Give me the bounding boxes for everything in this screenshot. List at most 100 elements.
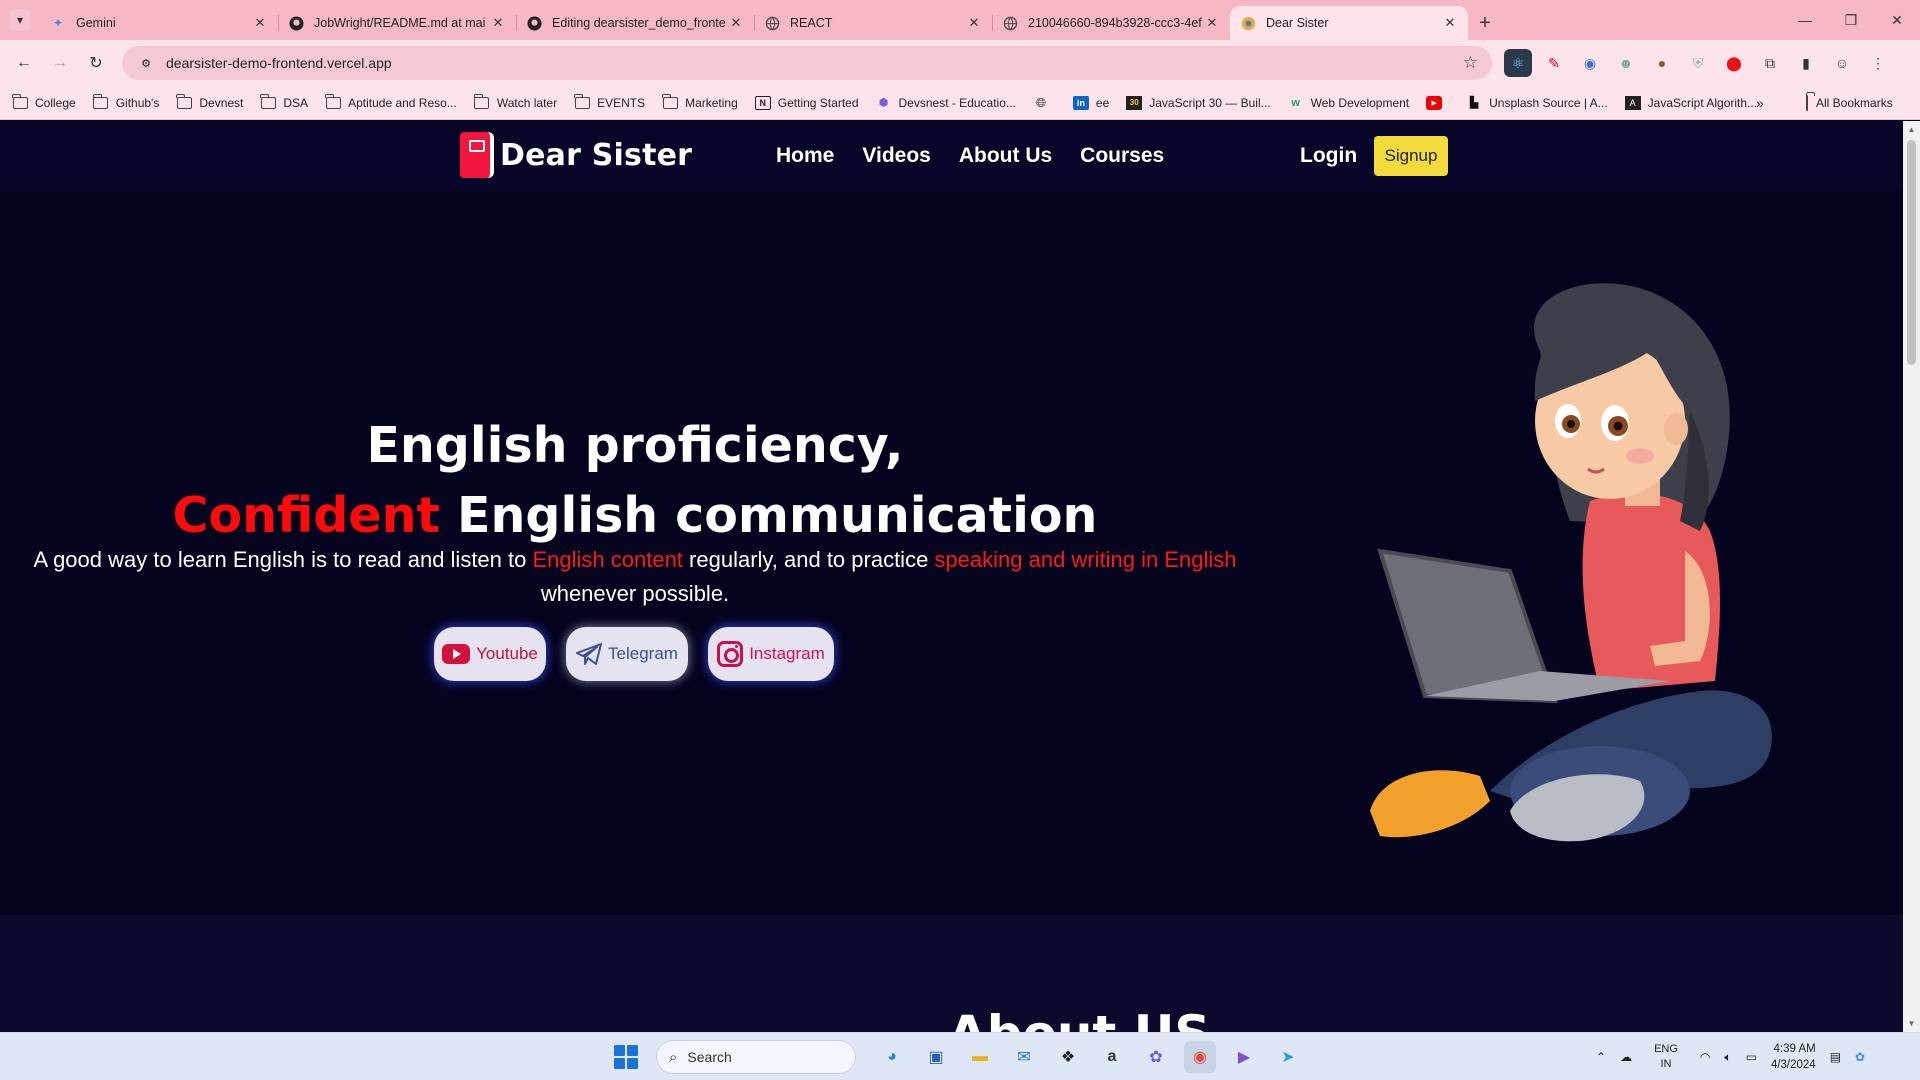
scroll-up-icon[interactable]: ▲	[1903, 121, 1920, 138]
close-icon[interactable]: ✕	[728, 15, 744, 31]
taskbar-search[interactable]: ⌕ Search	[656, 1040, 856, 1074]
onedrive-icon[interactable]: ☁	[1620, 1050, 1632, 1064]
bookmark-label: JavaScript 30 — Buil...	[1149, 95, 1271, 110]
chevron-up-icon[interactable]: ⌃	[1596, 1050, 1606, 1064]
bookmark-link[interactable]: A JavaScript Algorith...	[1624, 95, 1757, 110]
battery-icon[interactable]: ▭	[1746, 1050, 1757, 1064]
bookmark-folder[interactable]: Watch later	[473, 93, 557, 110]
nav-about-us[interactable]: About Us	[959, 144, 1052, 168]
notification-icon[interactable]: ▤	[1830, 1050, 1841, 1064]
close-icon[interactable]: ✕	[252, 15, 268, 31]
tab-react[interactable]: REACT ✕	[754, 6, 992, 40]
hero-heading-rest: English communication	[439, 487, 1098, 544]
unsplash-icon: ▙	[1469, 97, 1479, 109]
bookmark-folder[interactable]: DSA	[260, 93, 308, 110]
clock[interactable]: 4:39 AM 4/3/2024	[1771, 1041, 1816, 1073]
scroll-thumb[interactable]	[1907, 140, 1916, 365]
all-bookmarks-button[interactable]: All Bookmarks	[1806, 94, 1893, 111]
language-indicator[interactable]: ENG IN	[1654, 1042, 1678, 1072]
bookmark-label: Github's	[115, 95, 160, 110]
bookmark-link[interactable]: ⬢ Devsnest - Educatio...	[876, 96, 1016, 110]
nav-videos[interactable]: Videos	[862, 144, 930, 168]
windows-start-icon[interactable]	[614, 1045, 638, 1069]
hero-highlight: English content	[532, 547, 683, 572]
instagram-button[interactable]: Instagram	[708, 627, 834, 681]
page-scrollbar[interactable]: ▲ ▼	[1903, 121, 1920, 1032]
address-bar[interactable]: ⚙ dearsister-demo-frontend.vercel.app ☆	[122, 46, 1492, 80]
bookmark-link[interactable]: ▶	[1426, 95, 1449, 110]
copilot-tray-icon[interactable]: ✿	[1855, 1050, 1865, 1064]
extension-icon[interactable]: ◉	[1576, 49, 1604, 77]
scroll-down-icon[interactable]: ▼	[1903, 1015, 1920, 1032]
bookmark-folder[interactable]: Marketing	[662, 93, 738, 110]
bookmark-link[interactable]: in ee	[1072, 95, 1109, 110]
mail-icon[interactable]: ✉	[1008, 1041, 1040, 1073]
reload-icon[interactable]: ↻	[78, 45, 114, 81]
bookmark-star-icon[interactable]: ☆	[1463, 53, 1478, 73]
shield-icon[interactable]: ⛨	[1684, 49, 1712, 77]
bookmark-link[interactable]: w Web Development	[1288, 96, 1409, 110]
restore-icon[interactable]: ❐	[1828, 0, 1874, 40]
forward-icon[interactable]: →	[42, 45, 78, 81]
tab-image[interactable]: 210046660-894b3928-ccc3-4ef ✕	[992, 6, 1230, 40]
bookmark-folder[interactable]: Github's	[92, 93, 160, 110]
edge-icon[interactable]: ◕	[876, 1041, 908, 1073]
vs-icon[interactable]: ▶	[1228, 1041, 1260, 1073]
telegram-taskbar-icon[interactable]: ➤	[1272, 1041, 1304, 1073]
bookmark-folder[interactable]: Devnest	[176, 93, 243, 110]
language-code: ENG	[1654, 1043, 1678, 1055]
telegram-button[interactable]: Telegram	[566, 627, 688, 681]
site-info-icon[interactable]: ⚙	[136, 53, 156, 73]
close-icon[interactable]: ✕	[966, 15, 982, 31]
dropbox-icon[interactable]: ❖	[1052, 1041, 1084, 1073]
opera-icon[interactable]: ⬤	[1720, 49, 1748, 77]
girl-with-laptop-illustration	[1370, 283, 1772, 842]
tab-editing[interactable]: Editing dearsister_demo_fronte ✕	[516, 6, 754, 40]
tab-search-button[interactable]: ▾	[0, 0, 40, 40]
nav-home[interactable]: Home	[776, 144, 834, 168]
sidepanel-icon[interactable]: ▮	[1792, 49, 1820, 77]
close-window-icon[interactable]: ✕	[1874, 0, 1920, 40]
puzzle-icon[interactable]: ⧉	[1756, 49, 1784, 77]
pen-extension-icon[interactable]: ✎	[1540, 49, 1568, 77]
store-icon[interactable]: ▣	[920, 1041, 952, 1073]
more-bookmarks-icon[interactable]: »	[1756, 95, 1764, 111]
bookmark-folder[interactable]: College	[12, 93, 76, 110]
site-logo[interactable]: Dear Sister	[460, 132, 692, 178]
bookmark-label: EVENTS	[597, 95, 646, 110]
bookmark-link[interactable]: ▙ Unsplash Source | A...	[1466, 96, 1608, 110]
tab-gemini[interactable]: ✦ Gemini ✕	[40, 6, 278, 40]
bookmark-folder[interactable]: Aptitude and Reso...	[325, 93, 457, 110]
minimize-icon[interactable]: —	[1782, 0, 1828, 40]
brand-name: Dear Sister	[500, 137, 693, 173]
volume-icon[interactable]: 🔈︎	[1724, 1050, 1731, 1065]
extension-icon[interactable]: ☻	[1612, 49, 1640, 77]
chrome-icon[interactable]: ◉	[1184, 1041, 1216, 1073]
bookmark-link[interactable]: 🌐︎	[1033, 95, 1056, 110]
main-nav: Home Videos About Us Courses	[776, 144, 1164, 168]
bookmark-label: Getting Started	[777, 95, 859, 110]
bookmark-link[interactable]: 30 JavaScript 30 — Buil...	[1126, 95, 1271, 110]
back-icon[interactable]: ←	[6, 45, 42, 81]
url-text: dearsister-demo-frontend.vercel.app	[166, 55, 392, 71]
close-icon[interactable]: ✕	[490, 15, 506, 31]
youtube-button[interactable]: Youtube	[434, 627, 546, 681]
bookmark-folder[interactable]: EVENTS	[574, 93, 646, 110]
file-explorer-icon[interactable]: ▬	[964, 1041, 996, 1073]
copilot-icon[interactable]: ✿	[1140, 1041, 1172, 1073]
bookmark-link[interactable]: N Getting Started	[754, 95, 859, 110]
close-icon[interactable]: ✕	[1204, 15, 1220, 31]
menu-icon[interactable]: ⋮	[1864, 49, 1892, 77]
avatar[interactable]: ☺	[1828, 49, 1856, 77]
new-tab-button[interactable]: +	[1468, 6, 1502, 40]
tab-dear-sister[interactable]: Dear Sister ✕	[1230, 6, 1468, 40]
tab-jobwright[interactable]: JobWright/README.md at mai ✕	[278, 6, 516, 40]
signup-button[interactable]: Signup	[1374, 136, 1448, 176]
close-icon[interactable]: ✕	[1442, 15, 1458, 31]
login-link[interactable]: Login	[1300, 144, 1357, 168]
nav-courses[interactable]: Courses	[1080, 144, 1164, 168]
extension-icon[interactable]: ⚛	[1504, 49, 1532, 77]
amazon-icon[interactable]: a	[1096, 1041, 1128, 1073]
cookie-icon[interactable]: ●	[1648, 49, 1676, 77]
wifi-icon[interactable]: ◠	[1700, 1050, 1710, 1064]
